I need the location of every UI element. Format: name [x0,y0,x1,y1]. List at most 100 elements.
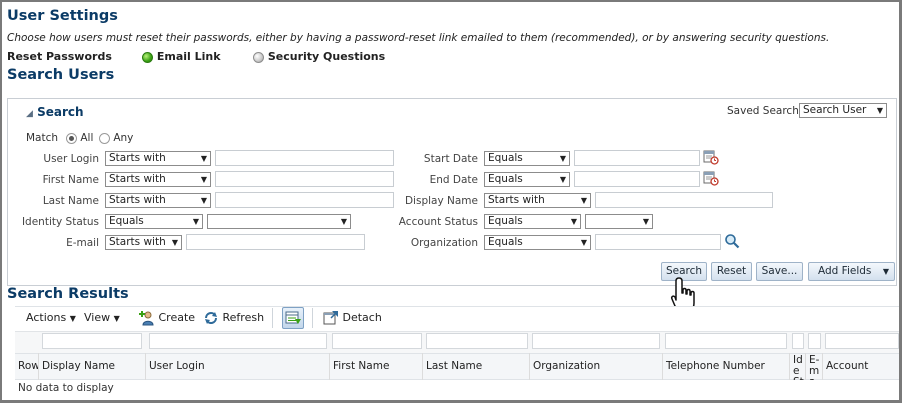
account-status-operator-select[interactable]: Equals ▼ [484,214,581,229]
column-header-row-number[interactable]: Row [15,353,39,380]
first-name-operator-select[interactable]: Starts with ▼ [105,172,211,187]
column-header-identity-status[interactable]: Ide Sta [790,353,806,380]
operator-value: Starts with [109,173,166,185]
operator-value: Equals [109,215,144,227]
add-fields-button[interactable]: Add Fields ▼ [808,262,895,281]
operator-value: Equals [488,152,523,164]
refresh-label: Refresh [222,311,265,324]
match-any-option[interactable]: Any [99,132,133,144]
operator-value: Starts with [109,152,166,164]
end-date-input[interactable] [574,171,700,187]
field-label-display-name: Display Name [404,195,478,207]
search-results-title: Search Results [7,286,129,302]
user-login-operator-select[interactable]: Starts with ▼ [105,151,211,166]
column-header-telephone-number[interactable]: Telephone Number [663,353,790,380]
collapse-triangle-icon[interactable]: ◢ [26,109,33,119]
display-name-input[interactable] [595,192,773,208]
dropdown-arrow-icon: ▼ [340,217,347,226]
operator-value: Equals [488,215,523,227]
dropdown-arrow-icon: ▼ [113,314,120,323]
column-header-organization[interactable]: Organization [530,353,663,380]
column-header-email[interactable]: E-ma [806,353,823,380]
start-date-input[interactable] [574,150,700,166]
refresh-button[interactable]: Refresh [203,310,264,326]
last-name-input[interactable] [215,192,394,208]
filter-input-telephone-number[interactable] [665,333,787,349]
email-input[interactable] [186,234,365,250]
reset-option-email-link[interactable]: Email Link [142,50,221,63]
radio-unselected-icon[interactable] [99,132,110,144]
dropdown-arrow-icon: ▼ [200,196,207,205]
match-label: Match [26,132,59,144]
actions-menu[interactable]: Actions ▼ [26,311,76,324]
radio-selected-icon[interactable] [142,51,153,63]
add-fields-label: Add Fields [818,265,872,277]
radio-unselected-icon[interactable] [253,51,264,63]
operator-value: Starts with [488,194,545,206]
column-header-display-name[interactable]: Display Name [39,353,146,380]
reset-option-label: Email Link [156,50,221,63]
reset-option-security-questions[interactable]: Security Questions [253,50,385,63]
toolbar-divider [272,308,273,328]
filter-input-user-login[interactable] [149,333,327,349]
organization-operator-select[interactable]: Equals ▼ [484,235,591,250]
field-label-account-status: Account Status [398,216,478,228]
window-frame: User Settings Choose how users must rese… [0,0,902,403]
account-status-value-select[interactable]: ▼ [585,214,653,229]
first-name-input[interactable] [215,171,394,187]
field-label-first-name: First Name [42,174,99,186]
column-header-first-name[interactable]: First Name [330,353,423,380]
radio-selected-icon[interactable] [66,132,77,144]
filter-input-last-name[interactable] [426,333,528,349]
display-name-operator-select[interactable]: Starts with ▼ [484,193,591,208]
query-by-example-toggle[interactable] [282,307,304,329]
reset-passwords-label: Reset Passwords [7,50,112,63]
create-user-icon [139,311,154,326]
saved-search-select[interactable]: Search User ▼ [799,103,887,118]
user-login-input[interactable] [215,150,394,166]
calendar-icon[interactable] [703,170,719,189]
detach-icon [323,311,338,325]
last-name-operator-select[interactable]: Starts with ▼ [105,193,211,208]
filter-input-identity-status[interactable] [792,333,804,349]
view-menu[interactable]: View ▼ [84,311,120,324]
dropdown-arrow-icon: ▼ [171,238,178,247]
dropdown-arrow-icon: ▼ [200,175,207,184]
filter-input-display-name[interactable] [42,333,142,349]
match-all-option[interactable]: All [66,132,93,144]
detach-button[interactable]: Detach [323,310,382,326]
operator-value: Starts with [109,194,166,206]
toolbar-divider [312,308,313,328]
reset-option-label: Security Questions [267,50,386,63]
actions-label: Actions [26,311,67,324]
filter-input-email[interactable] [808,333,821,349]
filter-input-account-status[interactable] [825,333,899,349]
column-header-account-status[interactable]: Account Status [823,353,899,380]
filter-input-organization[interactable] [532,333,660,349]
email-operator-select[interactable]: Starts with ▼ [105,235,182,250]
magnifier-search-icon[interactable] [724,233,740,252]
identity-status-operator-select[interactable]: Equals ▼ [105,214,203,229]
create-button[interactable]: Create [139,310,195,326]
refresh-icon [205,312,217,324]
empty-table-message: No data to display [18,382,114,394]
filter-input-first-name[interactable] [332,333,422,349]
results-table-header: Row Display Name User Login First Name L… [15,331,899,380]
dropdown-arrow-icon: ▼ [192,217,199,226]
search-panel: ◢ Search Saved Search Search User ▼ Matc… [7,98,897,286]
calendar-icon[interactable] [703,149,719,168]
match-any-label: Any [113,132,134,144]
search-panel-header[interactable]: ◢ Search [26,105,84,119]
dropdown-arrow-icon: ▼ [200,154,207,163]
organization-input[interactable] [595,234,721,250]
dropdown-arrow-icon: ▼ [559,154,566,163]
end-date-operator-select[interactable]: Equals ▼ [484,172,570,187]
filter-table-icon [285,311,301,324]
identity-status-value-select[interactable]: ▼ [207,214,351,229]
reset-button[interactable]: Reset [711,262,752,281]
start-date-operator-select[interactable]: Equals ▼ [484,151,570,166]
detach-label: Detach [342,311,382,324]
column-header-user-login[interactable]: User Login [146,353,330,380]
save-search-button[interactable]: Save... [756,262,803,281]
column-header-last-name[interactable]: Last Name [423,353,530,380]
